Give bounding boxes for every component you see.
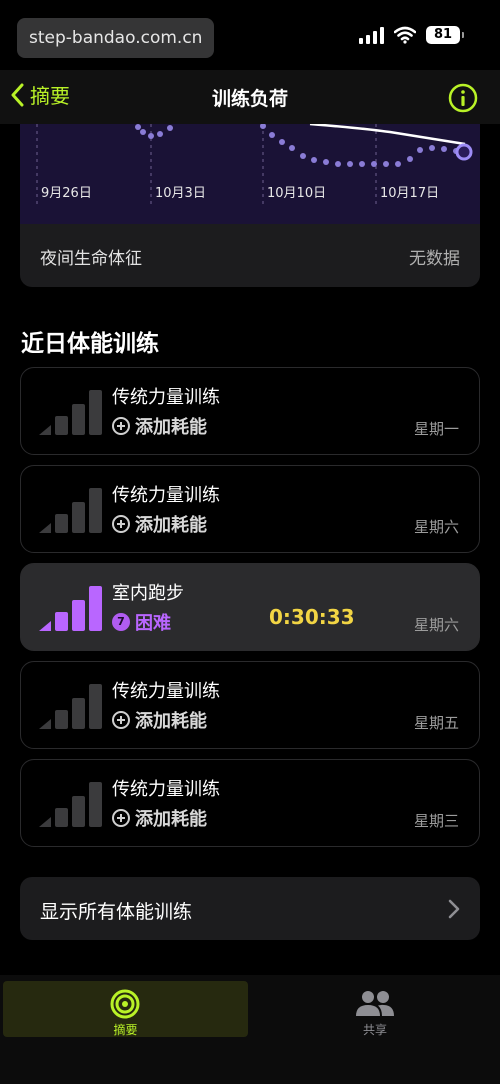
effort-bars-icon (39, 390, 102, 435)
workout-duration: 0:30:33 (269, 605, 355, 629)
plus-circle-icon (112, 417, 130, 435)
add-effort-label: 添加耗能 (135, 417, 207, 438)
effort-score-badge: 7 (112, 613, 130, 631)
plus-circle-icon (112, 515, 130, 533)
workout-day: 星期五 (413, 714, 459, 732)
add-effort-button[interactable]: 添加耗能 (112, 707, 207, 733)
show-all-workouts-button[interactable]: 显示所有体能训练 (20, 877, 480, 940)
info-icon[interactable] (448, 83, 478, 113)
workout-name: 传统力量训练 (112, 485, 220, 506)
chevron-right-icon (448, 899, 460, 919)
workout-name: 传统力量训练 (112, 387, 220, 408)
cellular-signal-icon (359, 26, 384, 44)
training-load-chart: 9月26日 10月3日 10月10日 10月17日 (20, 124, 480, 224)
add-effort-button[interactable]: 添加耗能 (112, 413, 207, 439)
navigation-bar: 摘要 训练负荷 (0, 70, 500, 124)
workout-card[interactable]: 传统力量训练 添加耗能 星期三 (20, 759, 480, 847)
add-effort-label: 添加耗能 (135, 809, 207, 830)
trend-line (309, 124, 466, 146)
current-load-marker (455, 143, 473, 161)
effort-bars-icon (39, 782, 102, 827)
workout-day: 星期一 (413, 420, 459, 438)
effort-bars-icon (39, 586, 102, 631)
effort-bars-icon (39, 684, 102, 729)
battery-icon: 81 (426, 26, 464, 44)
effort-bars-icon (39, 488, 102, 533)
difficulty-label: 困难 (135, 613, 171, 634)
workout-name: 传统力量训练 (112, 779, 220, 800)
tab-sharing[interactable]: 共享 (250, 981, 500, 1037)
show-all-label: 显示所有体能训练 (40, 901, 193, 923)
tab-label: 共享 (362, 1023, 387, 1037)
workout-card-indoor-run[interactable]: 室内跑步 7 困难 0:30:33 星期六 (20, 563, 480, 651)
add-effort-button[interactable]: 添加耗能 (112, 805, 207, 831)
watermark: step-bandao.com.cn (17, 18, 215, 58)
add-effort-button[interactable]: 添加耗能 (112, 511, 207, 537)
tab-label: 摘要 (113, 1023, 138, 1037)
add-effort-label: 添加耗能 (135, 515, 207, 536)
people-icon (356, 991, 394, 1016)
workout-card[interactable]: 传统力量训练 添加耗能 星期一 (20, 367, 480, 455)
vitals-label: 夜间生命体征 (40, 249, 142, 269)
workout-day: 星期六 (413, 616, 459, 634)
workout-day: 星期六 (413, 518, 459, 536)
workout-card[interactable]: 传统力量训练 添加耗能 星期五 (20, 661, 480, 749)
status-bar: step-bandao.com.cn 81 (0, 0, 500, 70)
tab-bar: 摘要 共享 (0, 975, 500, 1084)
vitals-value: 无数据 (409, 249, 460, 269)
plus-circle-icon (112, 809, 130, 827)
overnight-vitals-row[interactable]: 夜间生命体征 无数据 (20, 224, 480, 287)
status-icons: 81 (359, 26, 464, 44)
add-effort-label: 添加耗能 (135, 711, 207, 732)
effort-rating: 7 困难 (112, 609, 171, 635)
workout-day: 星期三 (413, 812, 459, 830)
section-title: 近日体能训练 (21, 331, 159, 357)
tab-summary[interactable]: 摘要 (3, 981, 248, 1037)
activity-rings-icon (110, 989, 140, 1019)
plus-circle-icon (112, 711, 130, 729)
x-tick-label: 9月26日 (41, 186, 92, 201)
chart-plot (36, 124, 473, 204)
workout-name: 传统力量训练 (112, 681, 220, 702)
x-tick-label: 10月17日 (380, 186, 440, 201)
workout-name: 室内跑步 (112, 583, 184, 604)
workout-card[interactable]: 传统力量训练 添加耗能 星期六 (20, 465, 480, 553)
load-dots (135, 124, 459, 167)
x-tick-label: 10月3日 (155, 186, 206, 201)
x-tick-label: 10月10日 (267, 186, 327, 201)
wifi-icon (394, 26, 416, 44)
page-title: 训练负荷 (211, 88, 288, 110)
